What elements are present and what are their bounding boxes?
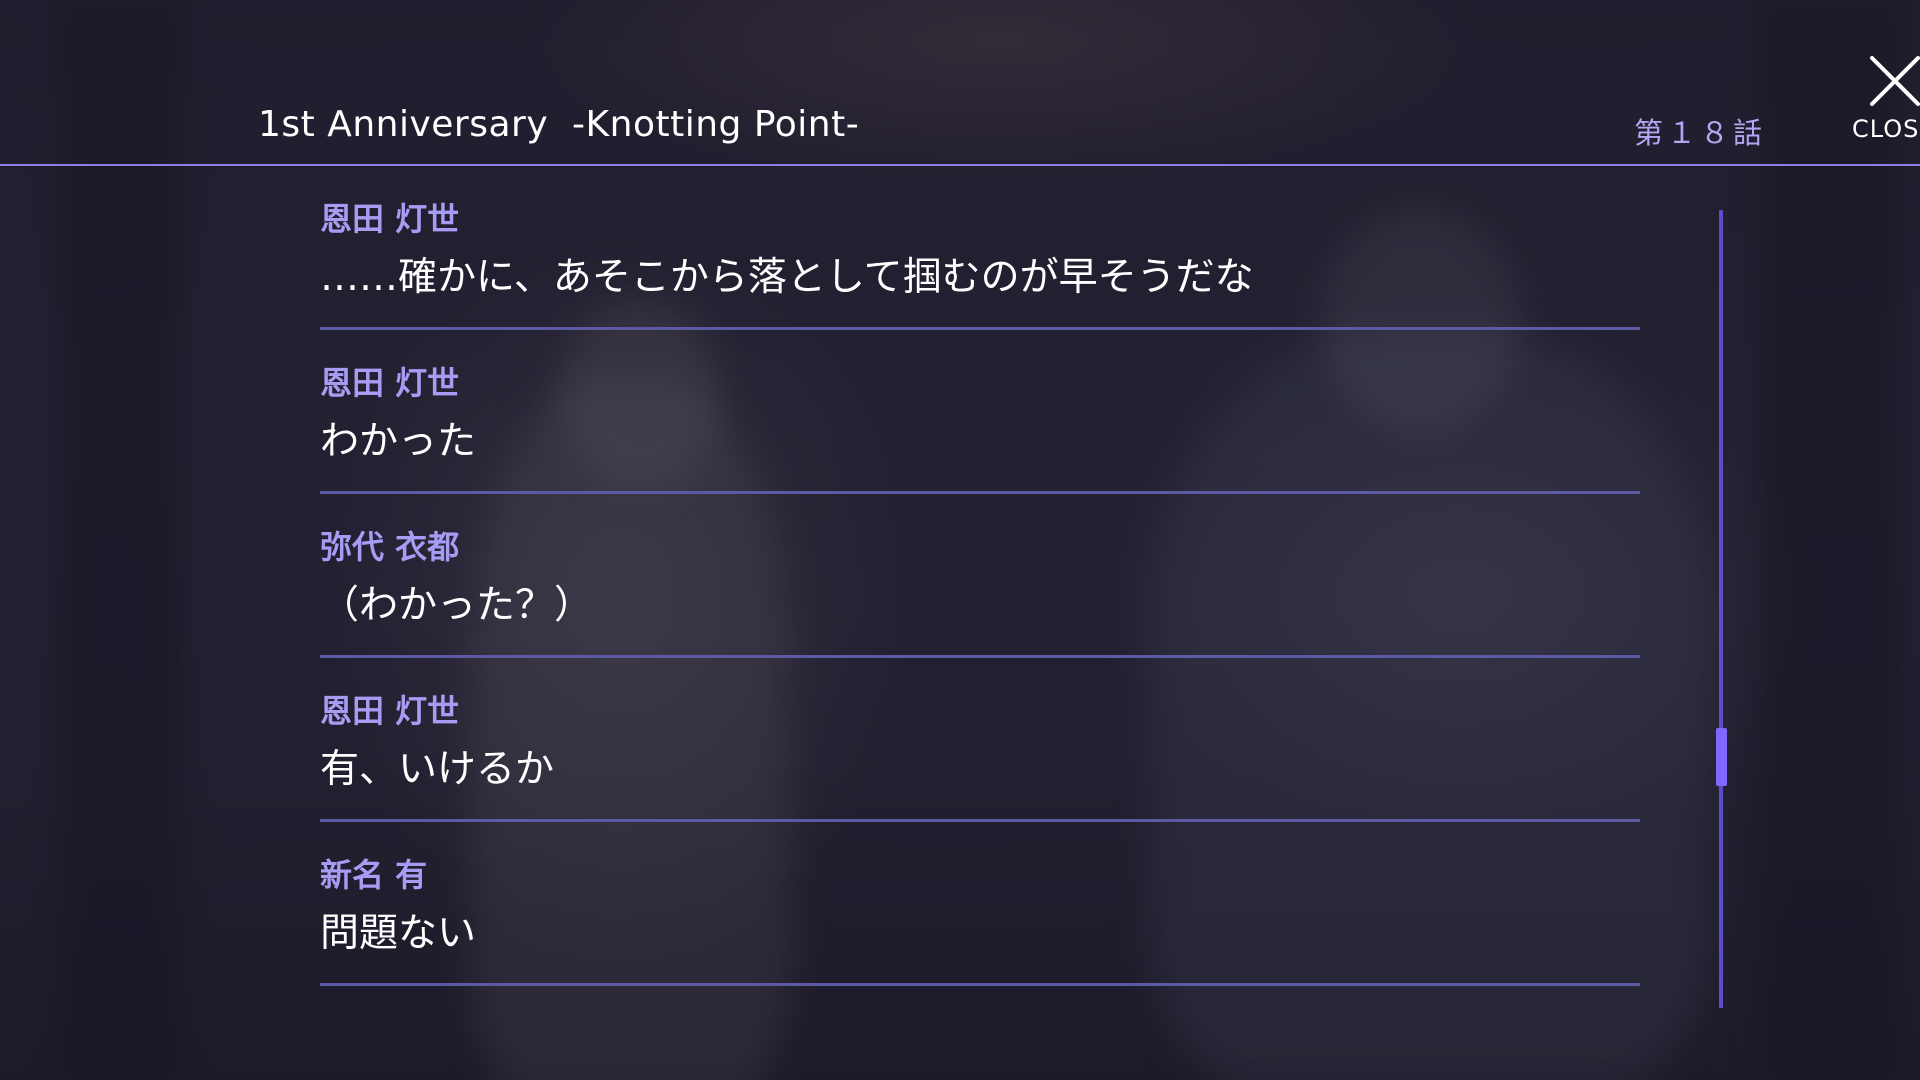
backlog-screen: 1st Anniversary -Knotting Point- 第１８話 CL… [0,0,1920,1080]
close-icon [1870,56,1920,106]
log-entry[interactable]: 新名 有 問題ない [320,822,1640,986]
log-entry[interactable]: 弥代 衣都 （わかった？） [320,494,1640,658]
speaker-name: 恩田 灯世 [320,200,460,238]
speaker-name: 新名 有 [320,856,428,894]
dialogue-text: 有、いけるか [320,747,555,792]
dialogue-text: （わかった？） [320,583,594,628]
dialogue-text: 問題ない [320,911,477,956]
story-title: 1st Anniversary -Knotting Point- [258,104,860,145]
dialogue-text: ……確かに、あそこから落として掴むのが早そうだな [320,255,1254,300]
close-label: CLOS [1852,115,1920,143]
speaker-name: 恩田 灯世 [320,364,460,402]
scrollbar-track[interactable] [1719,210,1723,1008]
scrollbar-thumb[interactable] [1716,728,1727,786]
backlog-list[interactable]: 恩田 灯世 ……確かに、あそこから落として掴むのが早そうだな 恩田 灯世 わかっ… [320,166,1640,986]
close-button[interactable]: CLOS [1848,50,1920,150]
speaker-name: 恩田 灯世 [320,692,460,730]
episode-number: 第１８話 [1634,116,1767,150]
log-entry[interactable]: 恩田 灯世 ……確かに、あそこから落として掴むのが早そうだな [320,166,1640,330]
log-entry[interactable]: 恩田 灯世 わかった [320,330,1640,494]
dialogue-text: わかった [320,419,477,464]
log-entry[interactable]: 恩田 灯世 有、いけるか [320,658,1640,822]
speaker-name: 弥代 衣都 [320,528,460,566]
